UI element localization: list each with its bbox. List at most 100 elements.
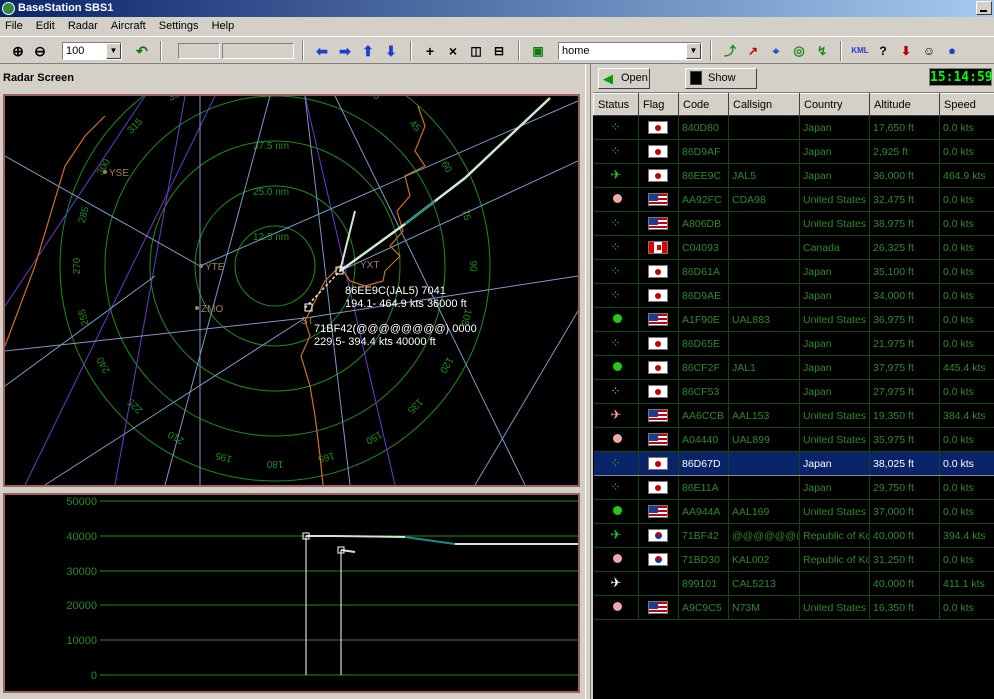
radar-screen[interactable]: 0153045607590105120135150165180195210225… <box>3 50 580 487</box>
table-row[interactable]: 86CF2F JAL1 Japan 37,975 ft 445.4 kts <box>593 355 994 380</box>
column-header-callsign[interactable]: Callsign <box>728 93 800 116</box>
waypoint-label: YXT <box>360 260 379 271</box>
table-row[interactable]: ✈ 86EE9C JAL5 Japan 36,000 ft 464.9 kts <box>593 163 994 188</box>
globe-icon[interactable]: ● <box>942 41 962 61</box>
help-icon[interactable]: ? <box>873 41 893 61</box>
status-dot-icon <box>612 433 622 443</box>
column-header-flag[interactable]: Flag <box>638 93 679 116</box>
arrow-right-icon[interactable]: ➡ <box>335 41 355 61</box>
table-row[interactable]: ⁘ A806DB United States 38,975 ft 0.0 kts <box>593 211 994 236</box>
table-row[interactable]: AA944A AAL169 United States 37,000 ft 0.0 kt… <box>593 499 994 524</box>
code-cell: A04440 <box>678 427 729 452</box>
speed-cell: 0.0 kts <box>939 331 994 356</box>
speed-cell: 0.0 kts <box>939 211 994 236</box>
table-row[interactable]: 71BD30KAL002Republic of Korea31,250 ft0.… <box>593 547 994 572</box>
kml-icon[interactable]: KML <box>850 41 870 61</box>
arrow-up-icon[interactable]: ⬆ <box>358 41 378 61</box>
panel-splitter[interactable] <box>585 64 591 699</box>
vector-icon[interactable]: ↗ <box>743 41 763 61</box>
split-vertical-icon[interactable]: ◫ <box>466 41 486 61</box>
arrow-left-icon: ◀ <box>603 71 613 86</box>
flag-us-icon <box>648 193 668 206</box>
code-cell: 899101 <box>678 571 729 596</box>
range-label: 12.5 nm <box>253 232 289 243</box>
table-row[interactable]: ✈ AA6CCB AAL153 United States 19,350 ft 384.4… <box>593 403 994 428</box>
route-icon[interactable]: ↯ <box>812 41 832 61</box>
show-all-button[interactable]: Show All <box>685 68 757 103</box>
table-row[interactable]: ⁘ 86D65E Japan 21,975 ft 0.0 kts <box>593 331 994 356</box>
add-icon[interactable]: + <box>420 41 440 61</box>
table-row[interactable]: ⁘ C04093 Canada 26,325 ft 0.0 kts <box>593 235 994 260</box>
flag-cell <box>638 163 679 188</box>
speed-cell: 464.9 kts <box>939 163 994 188</box>
callsign-cell <box>728 139 800 164</box>
code-cell: C04093 <box>678 235 729 260</box>
country-cell: Japan <box>799 331 870 356</box>
zoom-out-icon[interactable]: ⊖ <box>30 41 50 61</box>
table-row[interactable]: ⁘ 86D9AF Japan 2,925 ft 0.0 kts <box>593 139 994 164</box>
callsign-cell: JAL5 <box>728 163 800 188</box>
trail-icon[interactable]: ⤴ <box>720 41 740 61</box>
menu-file[interactable]: File <box>0 17 28 35</box>
menu-aircraft[interactable]: Aircraft <box>106 17 151 35</box>
table-row[interactable]: ✈ 899101 CAL5213 40,000 ft 411.1 kts <box>593 571 994 596</box>
callsign-cell: JAL1 <box>728 355 800 380</box>
callsign-cell <box>728 475 800 500</box>
filter-box-1[interactable] <box>178 43 220 59</box>
table-row[interactable]: A04440 UAL899 United States 35,975 ft 0.0 kt… <box>593 427 994 452</box>
speed-cell: 394.4 kts <box>939 523 994 548</box>
zoom-select[interactable]: 100 ▼ <box>62 42 122 60</box>
toolbar-divider <box>840 41 842 61</box>
table-row[interactable]: ⁘ 86CF53 Japan 27,975 ft 0.0 kts <box>593 379 994 404</box>
country-cell: Japan <box>799 355 870 380</box>
altitude-tick: 50000 <box>66 496 97 508</box>
undo-icon[interactable]: ↶ <box>132 41 152 61</box>
table-row[interactable]: ✈ 71BF42@@@@@@@@Republic of Korea40,000 f… <box>593 523 994 548</box>
speed-cell: 0.0 kts <box>939 139 994 164</box>
altitude-profile[interactable]: 50000 40000 30000 20000 10000 0 <box>3 493 580 693</box>
zoom-in-icon[interactable]: ⊕ <box>8 41 28 61</box>
status-cell <box>593 499 639 524</box>
table-row[interactable]: A1F90E UAL883 United States 36,975 ft 0.0 kt… <box>593 307 994 332</box>
speed-cell: 0.0 kts <box>939 235 994 260</box>
open-button[interactable]: ◀ Open <box>598 68 650 89</box>
flag-cell <box>638 331 679 356</box>
bearing-label: 315 <box>126 116 146 136</box>
save-icon[interactable]: ▣ <box>528 41 548 61</box>
column-header-code[interactable]: Code <box>678 93 729 116</box>
status-plane-icon: ✈ <box>610 575 622 590</box>
table-row[interactable]: ⁘ 86D9AE Japan 34,000 ft 0.0 kts <box>593 283 994 308</box>
menu-edit[interactable]: Edit <box>31 17 60 35</box>
menu-help[interactable]: Help <box>207 17 240 35</box>
chevron-down-icon[interactable]: ▼ <box>686 43 701 59</box>
chevron-down-icon[interactable]: ▼ <box>106 43 121 59</box>
aircraft-table[interactable]: Status Flag Code Callsign Country Altitu… <box>593 92 994 699</box>
column-header-country[interactable]: Country <box>799 93 870 116</box>
menu-settings[interactable]: Settings <box>154 17 204 35</box>
bearing-label: 90 <box>467 260 478 272</box>
table-row[interactable]: ⁘ 840D80 Japan 17,650 ft 0.0 kts <box>593 115 994 140</box>
download-icon[interactable]: ⬇ <box>896 41 916 61</box>
location-select[interactable]: home ▼ <box>558 42 702 60</box>
table-row[interactable]: ⁘ 86E11A Japan 29,750 ft 0.0 kts <box>593 475 994 500</box>
table-row[interactable]: A9C9C5 N73M United States 16,350 ft 0.0 kts <box>593 595 994 620</box>
about-icon[interactable]: ☺ <box>919 41 939 61</box>
flag-jp-icon <box>648 361 668 374</box>
table-row[interactable]: ⁘ 86D67D Japan 38,025 ft 0.0 kts <box>593 451 994 476</box>
delete-icon[interactable]: × <box>443 41 463 61</box>
table-row[interactable]: ⁘ 86D61A Japan 35,100 ft 0.0 kts <box>593 259 994 284</box>
arrow-left-icon[interactable]: ⬅ <box>312 41 332 61</box>
center-icon[interactable]: ⌖ <box>766 41 786 61</box>
waypoint-label: ZMO <box>201 304 223 315</box>
minimize-button[interactable] <box>976 1 992 15</box>
speed-cell: 0.0 kts <box>939 427 994 452</box>
filter-box-2[interactable] <box>222 43 294 59</box>
column-header-status[interactable]: Status <box>593 93 639 116</box>
split-horizontal-icon[interactable]: ⊟ <box>489 41 509 61</box>
table-row[interactable]: AA92FC CDA98 United States 32,475 ft 0.0 kts <box>593 187 994 212</box>
menu-radar[interactable]: Radar <box>63 17 103 35</box>
rings-icon[interactable]: ◎ <box>789 41 809 61</box>
arrow-down-icon[interactable]: ⬇ <box>381 41 401 61</box>
column-header-speed[interactable]: Speed <box>939 93 994 116</box>
column-header-altitude[interactable]: Altitude <box>869 93 940 116</box>
